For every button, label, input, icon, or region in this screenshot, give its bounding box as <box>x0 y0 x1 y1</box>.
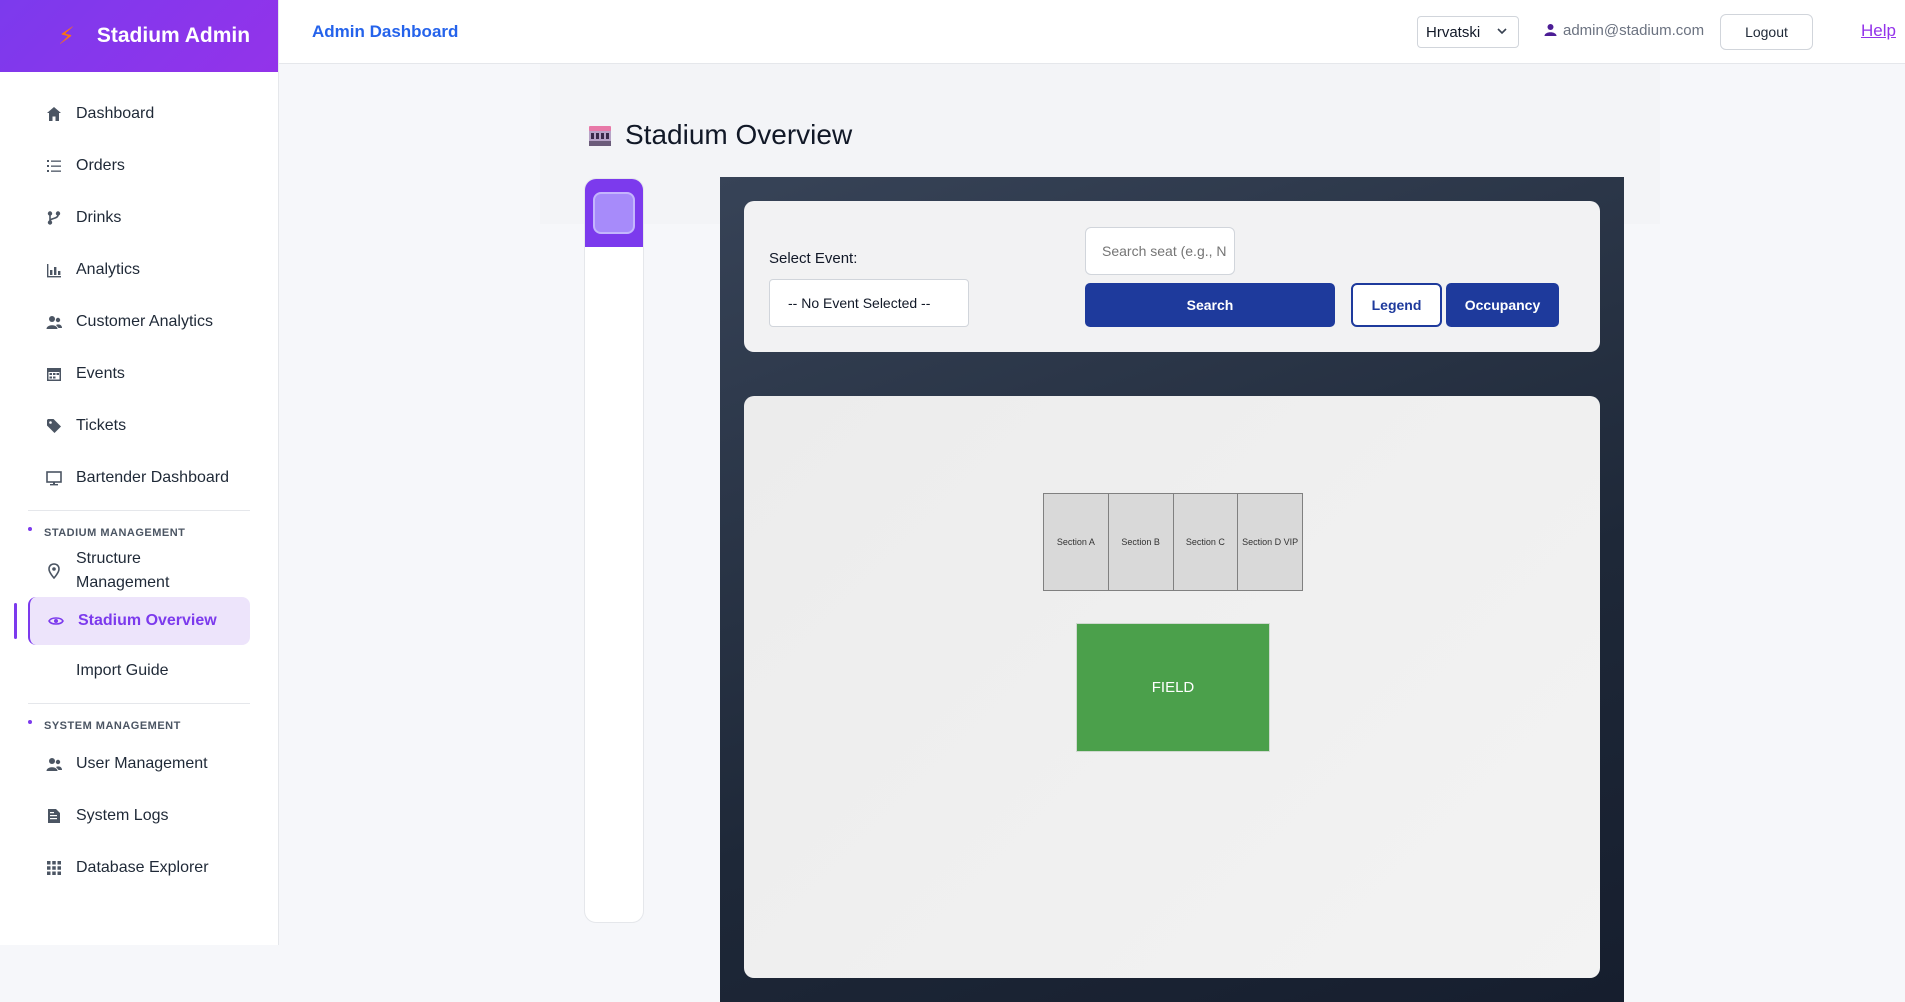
level-button[interactable] <box>593 192 635 234</box>
sidebar-item-customer-analytics[interactable]: Customer Analytics <box>0 296 278 348</box>
sidebar-divider <box>28 703 250 704</box>
sidebar-item-stadium-overview[interactable]: Stadium Overview <box>14 597 250 645</box>
event-select[interactable]: -- No Event Selected -- <box>769 279 969 327</box>
sidebar-item-label: Customer Analytics <box>76 313 213 330</box>
bolt-icon: ⚡︎ <box>58 22 75 50</box>
monitor-icon <box>44 468 64 488</box>
sidebar-item-label: Tickets <box>76 417 127 434</box>
sidebar-item-system-logs[interactable]: System Logs <box>0 790 278 842</box>
sidebar-item-label: User Management <box>76 755 208 772</box>
users-icon <box>44 312 64 332</box>
section-header-label: SYSTEM MANAGEMENT <box>44 720 181 732</box>
occupancy-button[interactable]: Occupancy <box>1446 283 1559 327</box>
dot-icon <box>28 720 32 724</box>
sidebar-item-orders[interactable]: Orders <box>0 140 278 192</box>
sidebar-item-label: Database Explorer <box>76 859 209 876</box>
sidebar: ⚡︎ Stadium Admin Dashboard Orders Drinks… <box>0 0 279 945</box>
sidebar-item-events[interactable]: Events <box>0 348 278 400</box>
sidebar-item-label: System Logs <box>76 807 169 824</box>
sidebar-divider <box>28 510 250 511</box>
seat-search-input[interactable] <box>1085 227 1235 275</box>
level-header <box>585 179 643 247</box>
user-info: admin@stadium.com <box>1544 22 1704 39</box>
sidebar-item-label: Events <box>76 365 125 382</box>
brand[interactable]: ⚡︎ Stadium Admin <box>0 0 278 72</box>
list-icon <box>44 156 64 176</box>
stadium-icon <box>587 122 613 148</box>
bar-chart-icon <box>44 260 64 280</box>
search-button[interactable]: Search <box>1085 283 1335 327</box>
grid-icon <box>44 858 64 878</box>
sidebar-item-label: Stadium Overview <box>78 612 217 629</box>
sidebar-item-user-management[interactable]: User Management <box>0 738 278 790</box>
users-icon <box>44 754 64 774</box>
controls-card: Select Event: -- No Event Selected -- Se… <box>744 201 1600 352</box>
sidebar-item-label: Dashboard <box>76 105 155 122</box>
stadium-map: Section A Section B Section C Section D … <box>744 396 1600 978</box>
blank-icon <box>44 661 64 681</box>
calendar-icon <box>44 364 64 384</box>
sidebar-item-dashboard[interactable]: Dashboard <box>0 88 278 140</box>
select-event-label: Select Event: <box>769 250 858 267</box>
tag-icon <box>44 416 64 436</box>
active-indicator <box>14 603 17 639</box>
breadcrumb[interactable]: Admin Dashboard <box>312 22 458 42</box>
language-select[interactable]: Hrvatski <box>1417 16 1519 48</box>
language-value: Hrvatski <box>1426 23 1481 41</box>
sidebar-item-label: Orders <box>76 157 125 174</box>
chevron-down-icon <box>1496 25 1508 40</box>
brand-title: Stadium Admin <box>96 24 251 47</box>
main-nav: Dashboard Orders Drinks Analytics Custom… <box>0 72 278 894</box>
eye-icon <box>46 611 66 631</box>
sidebar-item-label: Structure Management <box>76 550 170 591</box>
sidebar-item-database-explorer[interactable]: Database Explorer <box>0 842 278 894</box>
sections-row: Section A Section B Section C Section D … <box>1043 493 1303 591</box>
dot-icon <box>28 527 32 531</box>
sidebar-item-bartender-dashboard[interactable]: Bartender Dashboard <box>0 452 278 504</box>
user-email: admin@stadium.com <box>1563 22 1705 39</box>
section-header-system: SYSTEM MANAGEMENT <box>0 714 278 738</box>
sidebar-item-analytics[interactable]: Analytics <box>0 244 278 296</box>
section-c[interactable]: Section C <box>1173 494 1239 590</box>
sidebar-item-label: Bartender Dashboard <box>76 469 229 486</box>
page-title-text: Stadium Overview <box>625 119 853 150</box>
sidebar-item-drinks[interactable]: Drinks <box>0 192 278 244</box>
page-title: Stadium Overview <box>587 119 852 151</box>
section-header-label: STADIUM MANAGEMENT <box>44 527 186 539</box>
sidebar-item-structure-management[interactable]: Structure Management <box>0 545 278 597</box>
sidebar-item-label: Analytics <box>76 261 141 278</box>
sidebar-item-import-guide[interactable]: Import Guide <box>0 645 278 697</box>
sidebar-item-label: Drinks <box>76 209 122 226</box>
logout-button[interactable]: Logout <box>1720 14 1813 50</box>
level-sidebar <box>584 178 644 923</box>
section-b[interactable]: Section B <box>1108 494 1174 590</box>
sidebar-item-label: Import Guide <box>76 662 169 679</box>
sidebar-item-tickets[interactable]: Tickets <box>0 400 278 452</box>
field: FIELD <box>1076 623 1270 752</box>
help-link[interactable]: Help <box>1861 21 1896 41</box>
map-pin-icon <box>44 561 64 581</box>
log-icon <box>44 806 64 826</box>
fork-icon <box>44 208 64 228</box>
user-icon <box>1544 23 1557 39</box>
section-header-stadium: STADIUM MANAGEMENT <box>0 521 278 545</box>
home-icon <box>44 104 64 124</box>
section-a[interactable]: Section A <box>1044 494 1109 590</box>
legend-button[interactable]: Legend <box>1351 283 1442 327</box>
section-d-vip[interactable]: Section D VIP <box>1238 494 1302 590</box>
